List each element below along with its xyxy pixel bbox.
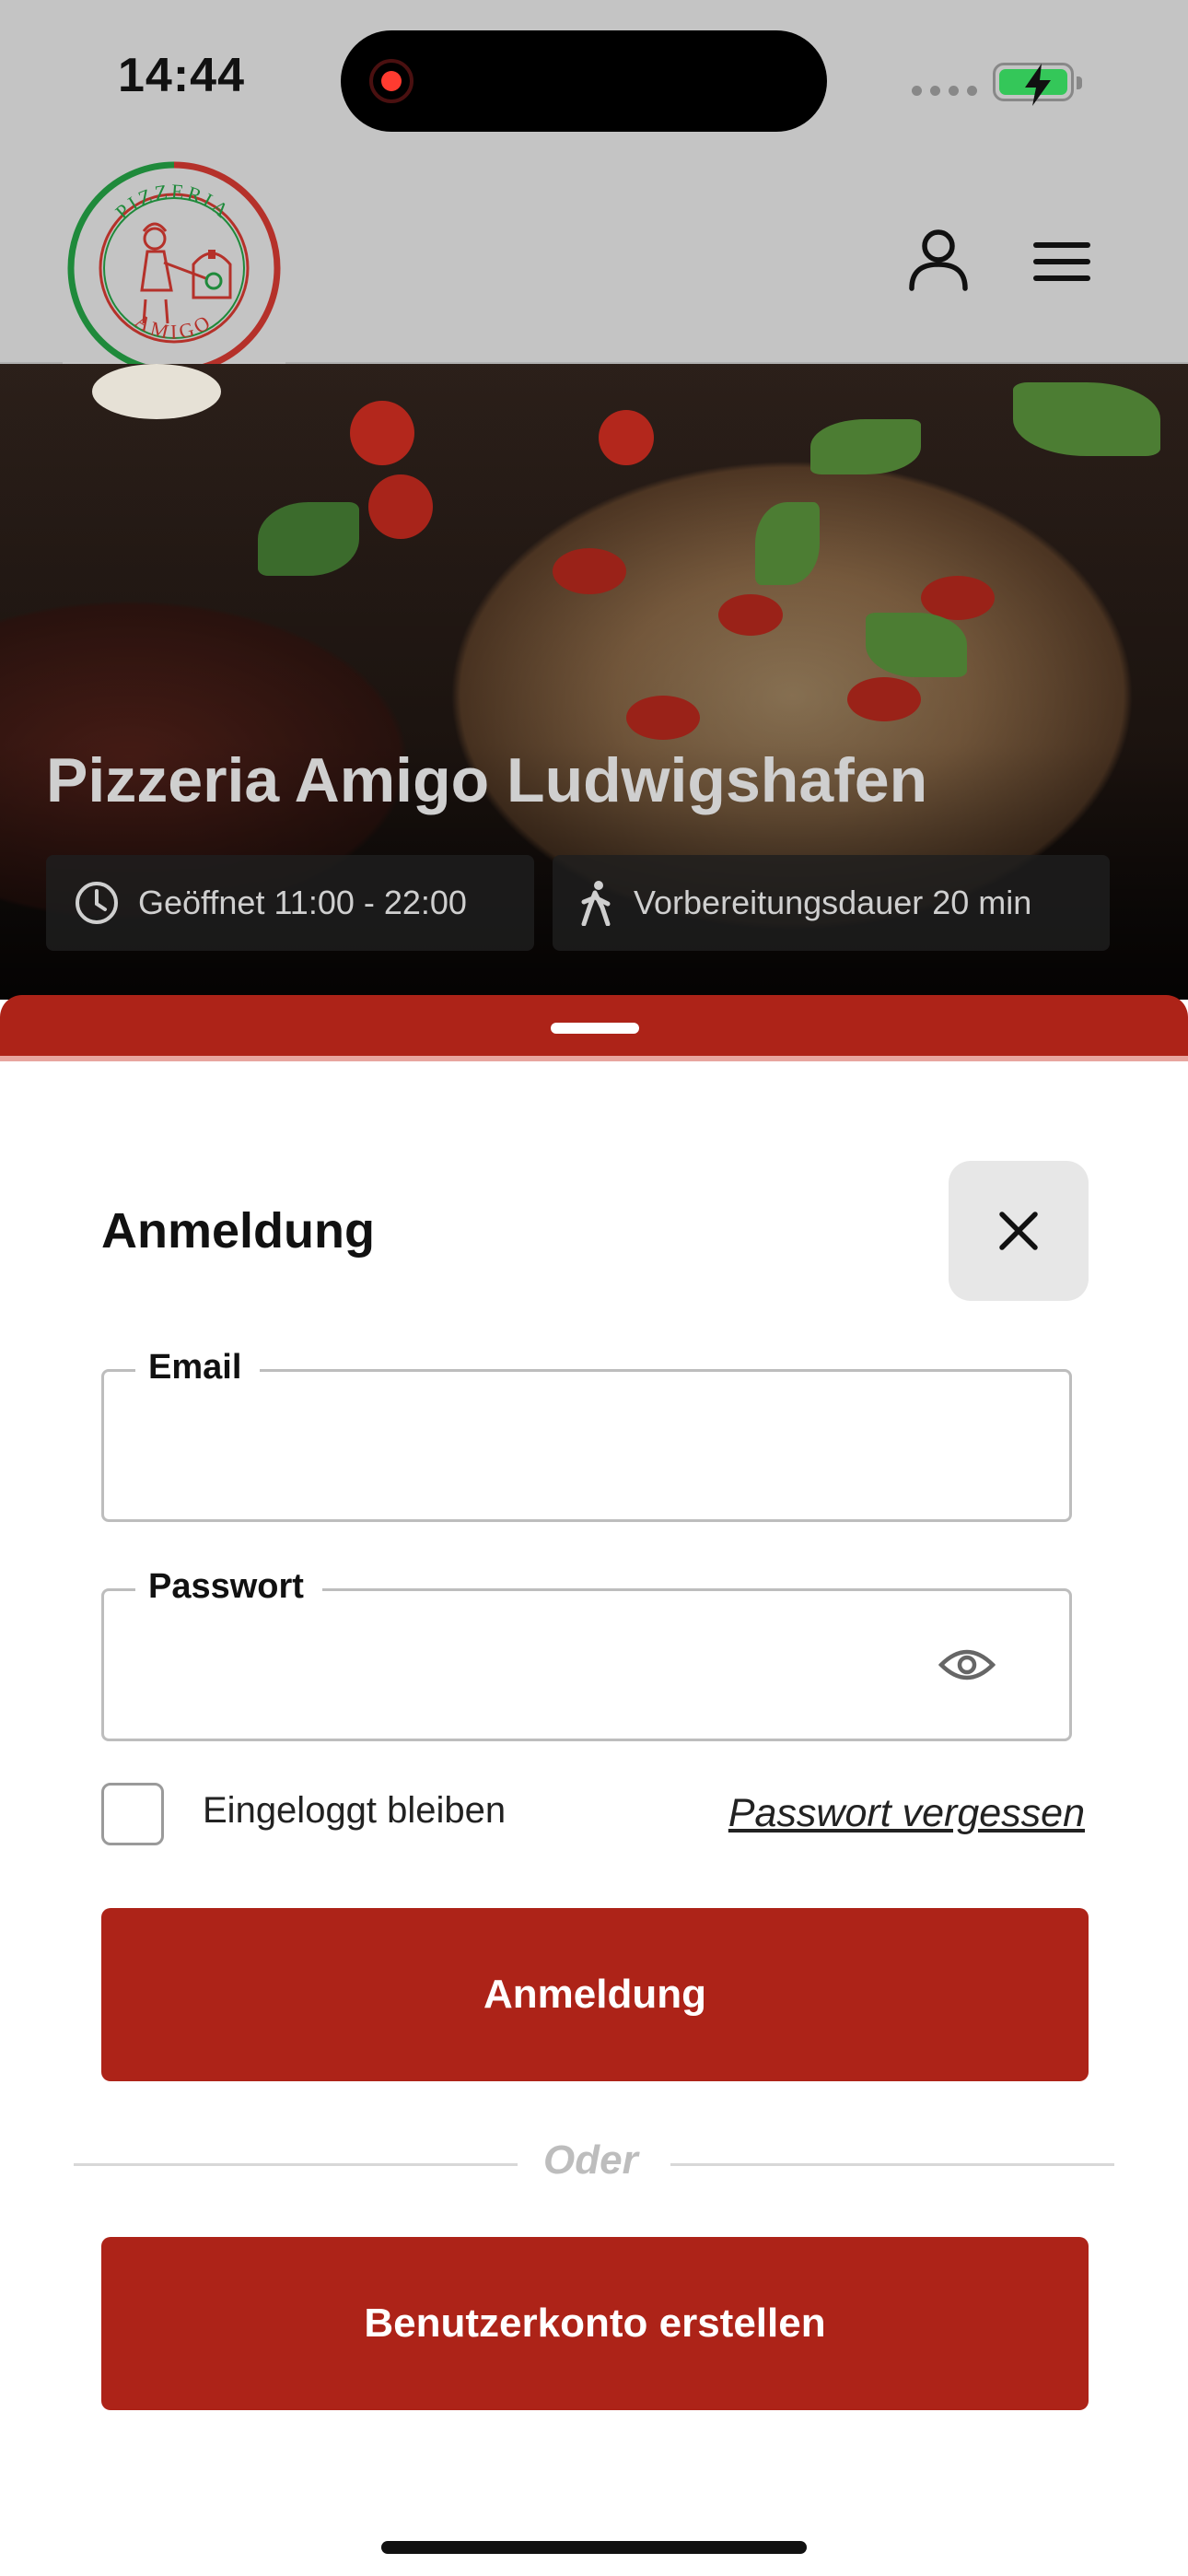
logo-text-top: PIZZERIA [111,180,232,224]
user-account-icon[interactable] [904,226,973,299]
prep-time-chip: Vorbereitungsdauer 20 min [553,855,1110,951]
email-label: Email [135,1348,261,1388]
clock-icon [74,880,120,926]
walking-icon [580,880,613,926]
mozzarella-decoration [92,364,221,419]
tomato-decoration [368,474,433,539]
basil-decoration [866,613,967,677]
basil-decoration [755,502,820,585]
email-input[interactable] [132,1409,961,1482]
dynamic-island [341,30,827,132]
create-account-button[interactable]: Benutzerkonto erstellen [101,2237,1089,2410]
close-icon [999,1212,1038,1250]
login-button[interactable]: Anmeldung [101,1908,1089,2081]
remember-me-checkbox[interactable] [101,1783,164,1845]
forgot-password-link[interactable]: Passwort vergessen [728,1791,1085,1836]
sheet-drag-bar[interactable] [0,995,1188,1061]
battery-charging-icon [993,63,1082,106]
show-password-icon[interactable] [938,1645,996,1690]
basil-decoration [1013,382,1160,456]
tomato-decoration [599,410,654,465]
pizzeria-amigo-logo[interactable]: PIZZERIA AMIGO [63,161,285,375]
password-input[interactable] [132,1628,961,1702]
tomato-decoration [350,401,414,465]
remember-me-label[interactable]: Eingeloggt bleiben [203,1790,506,1832]
sheet-divider [0,1056,1188,1061]
or-separator: Oder [543,2137,638,2183]
salami-decoration [847,677,921,721]
prep-time-text: Vorbereitungsdauer 20 min [634,884,1032,921]
sheet-handle[interactable] [551,1023,639,1034]
email-field[interactable]: Email [101,1348,1072,1522]
close-button[interactable] [949,1161,1089,1301]
basil-decoration [258,502,359,576]
divider-left [74,2163,518,2166]
recording-indicator-icon [369,59,413,103]
menu-hamburger-icon[interactable] [1030,240,1096,287]
home-indicator[interactable] [381,2541,807,2554]
status-time: 14:44 [118,49,245,102]
salami-decoration [718,594,783,636]
cellular-signal-icon [912,86,977,96]
login-title: Anmeldung [101,1203,375,1259]
app-header: PIZZERIA AMIGO [0,161,1188,375]
opening-hours-text: Geöffnet 11:00 - 22:00 [138,884,467,921]
status-bar: 14:44 [0,0,1188,161]
divider-right [670,2163,1114,2166]
restaurant-name: Pizzeria Amigo Ludwigshafen [46,745,928,815]
svg-text:PIZZERIA: PIZZERIA [111,180,235,224]
salami-decoration [553,548,626,594]
basil-decoration [810,419,921,474]
salami-decoration [626,696,700,740]
password-label: Passwort [135,1567,322,1607]
opening-hours-chip: Geöffnet 11:00 - 22:00 [46,855,534,951]
password-field[interactable]: Passwort [101,1567,1072,1741]
